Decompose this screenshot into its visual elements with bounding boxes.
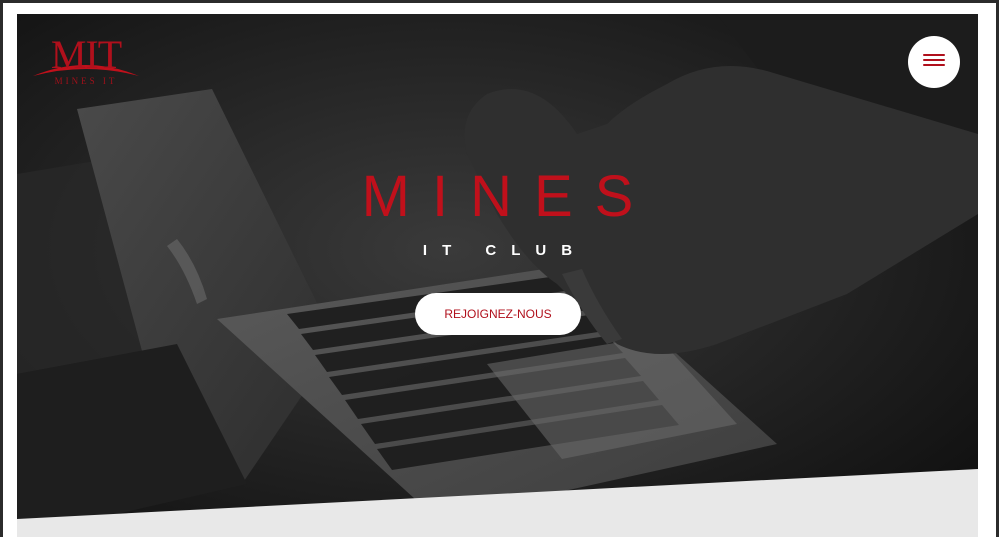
laptop-background-photo <box>17 14 978 537</box>
logo-subtext: MINES IT <box>54 76 118 86</box>
hero-subtitle: IT CLUB <box>422 242 588 259</box>
menu-button[interactable] <box>908 36 960 88</box>
browser-frame: MIT MINES IT MINES IT CLUB REJOIGNEZ-NOU… <box>0 0 999 537</box>
hero-section: MIT MINES IT MINES IT CLUB REJOIGNEZ-NOU… <box>17 14 978 537</box>
join-us-button[interactable]: REJOIGNEZ-NOUS <box>415 293 581 335</box>
hero-title: MINES <box>361 164 656 229</box>
site-logo[interactable]: MIT MINES IT <box>31 32 141 92</box>
logo-text: MIT <box>50 32 122 77</box>
page: MIT MINES IT MINES IT CLUB REJOIGNEZ-NOU… <box>3 3 996 537</box>
hamburger-menu-icon <box>923 54 945 70</box>
